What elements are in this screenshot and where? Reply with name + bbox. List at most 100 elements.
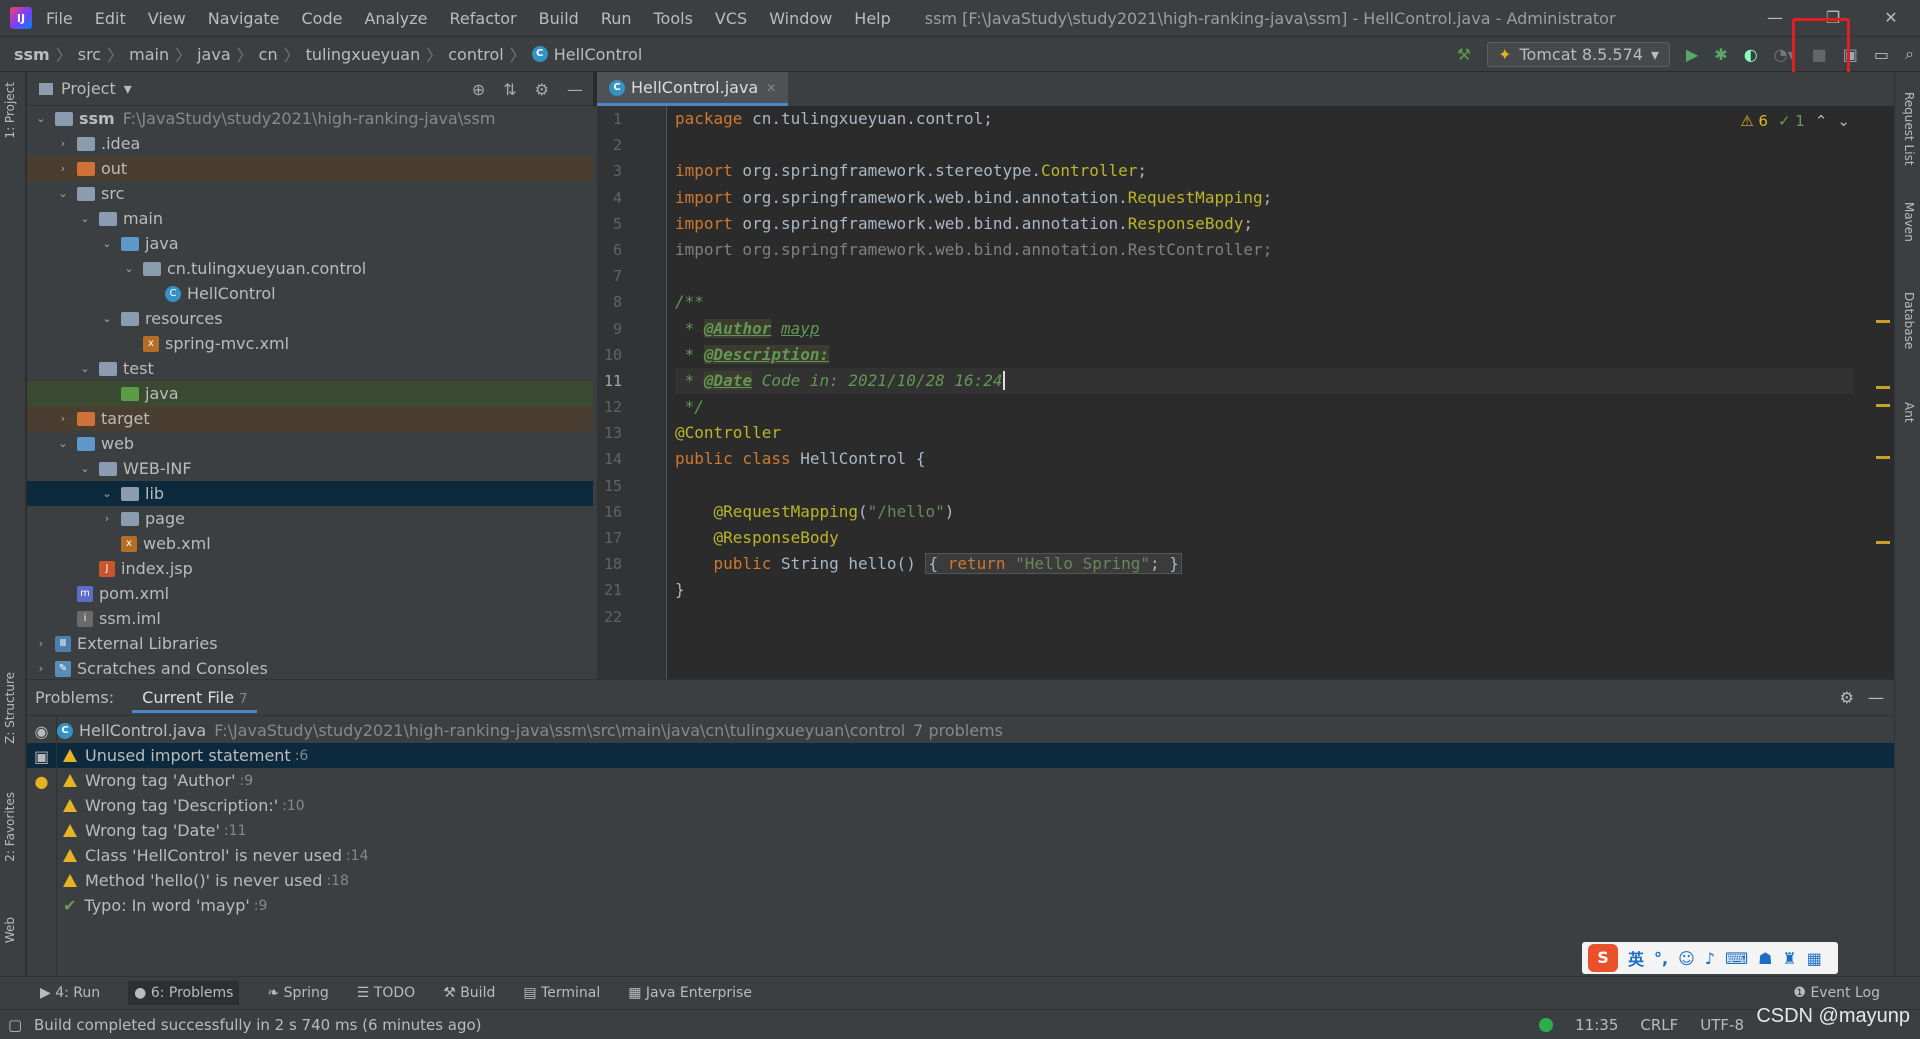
tree-item[interactable]: › Ⅲ External Libraries (27, 631, 593, 656)
breadcrumb-item[interactable]: ssm (14, 45, 50, 64)
tree-item[interactable]: ⌄ web (27, 431, 593, 456)
debug-icon[interactable]: ✱ (1714, 45, 1727, 64)
menu-file[interactable]: File (46, 9, 73, 28)
event-log-button[interactable]: ❶ Event Log (1793, 985, 1880, 1001)
run-icon[interactable]: ▶ (1686, 45, 1698, 64)
build-hammer-icon[interactable]: ⚒ (1457, 45, 1471, 64)
tool-project[interactable]: 1: Project (3, 82, 17, 139)
menu-edit[interactable]: Edit (95, 9, 126, 28)
eye-icon[interactable]: ◉ (27, 722, 56, 741)
breadcrumb-item[interactable]: src (78, 45, 101, 64)
menu-view[interactable]: View (148, 9, 186, 28)
mic-icon[interactable]: ♪ (1705, 949, 1715, 968)
skin-icon[interactable]: ♜ (1782, 949, 1796, 968)
tree-item[interactable]: ⌄ lib (27, 481, 593, 506)
tree-item[interactable]: ⌄ main (27, 206, 593, 231)
problem-item[interactable]: Class 'HellControl' is never used:14 (27, 843, 1894, 868)
tool-request-list[interactable]: Request List (1902, 92, 1916, 166)
expand-arrow-icon[interactable]: ⌄ (99, 237, 115, 250)
gear-icon[interactable]: ⚙ (1840, 688, 1854, 707)
chevron-down-icon[interactable]: ▾ (124, 79, 132, 98)
next-highlight-icon[interactable]: ⌄ (1837, 112, 1850, 130)
preview-icon[interactable]: ▣ (27, 747, 56, 766)
menu-vcs[interactable]: VCS (715, 9, 747, 28)
warning-mark[interactable] (1876, 456, 1890, 459)
expand-arrow-icon[interactable]: ⌄ (99, 487, 115, 500)
expand-arrow-icon[interactable]: ⌄ (77, 362, 93, 375)
tool-ant[interactable]: Ant (1902, 402, 1916, 423)
breadcrumb-item[interactable]: main (129, 45, 169, 64)
tab-terminal[interactable]: ▤ Terminal (523, 985, 600, 1001)
line-separator[interactable]: CRLF (1640, 1016, 1678, 1034)
lightbulb-icon[interactable]: ● (27, 772, 56, 791)
tree-item[interactable]: › target (27, 406, 593, 431)
tree-item[interactable]: java (27, 381, 593, 406)
tool-structure[interactable]: Z: Structure (3, 672, 17, 744)
ime-mode[interactable]: 英 (1628, 946, 1644, 970)
tool-favorites[interactable]: 2: Favorites (3, 792, 17, 862)
expand-arrow-icon[interactable]: › (55, 162, 71, 175)
warning-mark[interactable] (1876, 404, 1890, 407)
breadcrumb-item[interactable]: tulingxueyuan (306, 45, 421, 64)
presentation-icon[interactable]: ▭ (1874, 45, 1889, 64)
close-icon[interactable]: ✕ (1862, 0, 1920, 36)
problem-item[interactable]: Wrong tag 'Description:':10 (27, 793, 1894, 818)
menu-help[interactable]: Help (854, 9, 890, 28)
tool-maven[interactable]: Maven (1902, 202, 1916, 242)
breadcrumb-item[interactable]: HellControl (554, 45, 643, 64)
tree-item[interactable]: ⌄ java (27, 231, 593, 256)
expand-arrow-icon[interactable]: ⌄ (121, 262, 137, 275)
tab-build[interactable]: ⚒ Build (443, 985, 495, 1001)
ime-toolbar[interactable]: S 英 °, ☺ ♪ ⌨ ☗ ♜ ▦ (1582, 942, 1838, 974)
close-tab-icon[interactable]: ✕ (766, 81, 776, 95)
menu-navigate[interactable]: Navigate (208, 9, 280, 28)
menu-window[interactable]: Window (769, 9, 832, 28)
tree-item[interactable]: › out (27, 156, 593, 181)
emoji-icon[interactable]: ☺ (1678, 949, 1695, 968)
tree-item[interactable]: ⌄ src (27, 181, 593, 206)
user-icon[interactable]: ☗ (1758, 949, 1772, 968)
tree-item[interactable]: ⌄ resources (27, 306, 593, 331)
breadcrumb-item[interactable]: cn (259, 45, 278, 64)
problems-file-row[interactable]: C HellControl.java F:\JavaStudy\study202… (27, 718, 1894, 743)
layout-icon[interactable]: ▢ (8, 1016, 22, 1034)
tab-current-file[interactable]: Current File 7 (132, 683, 258, 713)
breadcrumb-item[interactable]: control (448, 45, 503, 64)
problem-item[interactable]: Wrong tag 'Date':11 (27, 818, 1894, 843)
expand-arrow-icon[interactable]: › (55, 412, 71, 425)
tree-item[interactable]: x spring-mvc.xml (27, 331, 593, 356)
error-stripe[interactable] (1876, 106, 1890, 679)
expand-arrow-icon[interactable]: ⌄ (99, 312, 115, 325)
coverage-icon[interactable]: ◐ (1744, 45, 1758, 64)
project-view-select[interactable]: Project (61, 79, 116, 98)
tab-spring[interactable]: ❧ Spring (267, 985, 328, 1001)
tree-item[interactable]: C HellControl (27, 281, 593, 306)
breadcrumb-item[interactable]: java (197, 45, 231, 64)
tree-item[interactable]: › .idea (27, 131, 593, 156)
menu-run[interactable]: Run (601, 9, 632, 28)
tab-java-enterprise[interactable]: ▦ Java Enterprise (628, 985, 752, 1001)
problem-item[interactable]: ✔ Typo: In word 'mayp':9 (27, 893, 1894, 918)
file-encoding[interactable]: UTF-8 (1700, 1016, 1744, 1034)
tool-database[interactable]: Database (1902, 292, 1916, 349)
punctuation-icon[interactable]: °, (1654, 949, 1668, 968)
expand-arrow-icon[interactable]: ⌄ (55, 437, 71, 450)
tree-item[interactable]: › ✎ Scratches and Consoles (27, 656, 593, 681)
menu-build[interactable]: Build (539, 9, 579, 28)
expand-arrow-icon[interactable]: › (33, 662, 49, 675)
menu-tools[interactable]: Tools (654, 9, 693, 28)
tree-item[interactable]: ⌄ test (27, 356, 593, 381)
expand-arrow-icon[interactable]: › (55, 137, 71, 150)
locate-icon[interactable]: ⊕ (472, 80, 485, 99)
hide-icon[interactable]: — (1868, 688, 1884, 707)
tree-item[interactable]: ⌄ ssm F:\JavaStudy\study2021\high-ranking-… (27, 106, 593, 131)
tab-run[interactable]: ▶ 4: Run (40, 985, 100, 1001)
expand-arrow-icon[interactable]: ⌄ (55, 187, 71, 200)
warning-mark[interactable] (1876, 541, 1890, 544)
tree-item[interactable]: › page (27, 506, 593, 531)
expand-arrow-icon[interactable]: › (33, 637, 49, 650)
problem-item[interactable]: Wrong tag 'Author':9 (27, 768, 1894, 793)
gear-icon[interactable]: ⚙ (535, 80, 549, 99)
menu-analyze[interactable]: Analyze (364, 9, 427, 28)
tree-item[interactable]: Jindex.jsp (27, 556, 593, 581)
